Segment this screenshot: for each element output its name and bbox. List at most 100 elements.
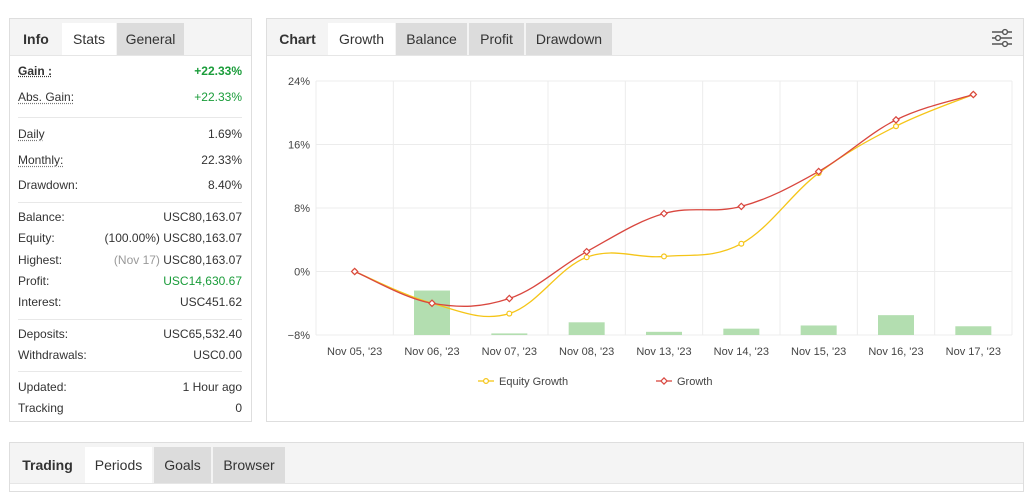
bar <box>800 325 837 335</box>
tab-growth[interactable]: Growth <box>328 23 395 55</box>
equity-value: USC80,163.07 <box>163 231 242 245</box>
growth-point <box>892 115 900 124</box>
equity-percent: (100.00%) <box>104 231 160 245</box>
bar <box>646 331 682 335</box>
x-tick-label: Nov 05, '23 <box>327 346 382 358</box>
growth-point <box>660 209 668 218</box>
sliders-icon[interactable] <box>991 27 1013 49</box>
daily-label[interactable]: Daily <box>18 127 45 141</box>
growth-point <box>582 247 591 256</box>
withdrawals-label: Withdrawals: <box>18 348 87 362</box>
tracking-label: Tracking <box>18 401 64 415</box>
gain-row: Gain : +22.33% <box>18 64 242 84</box>
deposits-row: Deposits: USC65,532.40 <box>18 327 242 347</box>
profit-label: Profit: <box>18 274 50 288</box>
divider <box>18 117 242 118</box>
tab-profit[interactable]: Profit <box>469 23 524 55</box>
interest-row: Interest: USC451.62 <box>18 295 242 315</box>
x-tick-label: Nov 14, '23 <box>714 346 769 358</box>
tab-balance[interactable]: Balance <box>396 23 467 55</box>
equity-growth-point <box>506 310 513 317</box>
y-tick-label: −8% <box>288 330 311 342</box>
y-tick-label: 0% <box>294 267 310 279</box>
tab-drawdown[interactable]: Drawdown <box>526 23 612 55</box>
x-tick-label: Nov 08, '23 <box>559 346 614 358</box>
withdrawals-value: USC0.00 <box>193 348 242 362</box>
bar <box>723 328 760 335</box>
drawdown-label: Drawdown: <box>18 178 79 192</box>
growth-point <box>505 294 514 303</box>
growth-point <box>350 267 359 276</box>
tab-stats[interactable]: Stats <box>62 23 116 55</box>
divider <box>18 319 242 320</box>
highest-label: Highest: <box>18 253 63 267</box>
abs-gain-row: Abs. Gain: +22.33% <box>18 90 242 110</box>
drawdown-value: 8.40% <box>207 178 242 192</box>
monthly-value: 22.33% <box>201 153 242 167</box>
stats-tabbar: Info Stats General <box>10 19 251 56</box>
deposits-value: USC65,532.40 <box>163 327 242 341</box>
equity-growth-line <box>354 93 974 318</box>
legend-marker <box>483 378 490 385</box>
x-tick-label: Nov 06, '23 <box>404 346 459 358</box>
growth-line <box>354 93 974 307</box>
balance-value: USC80,163.07 <box>163 210 242 224</box>
balance-row: Balance: USC80,163.07 <box>18 210 242 230</box>
chart-panel: Chart Growth Balance Profit Drawdown 24%… <box>266 18 1024 422</box>
monthly-row: Monthly: 22.33% <box>18 153 242 173</box>
growth-point <box>737 202 746 211</box>
x-tick-label: Nov 16, '23 <box>868 346 923 358</box>
x-tick-label: Nov 17, '23 <box>946 346 1001 358</box>
tab-chart[interactable]: Chart <box>267 23 328 55</box>
profit-value: USC14,630.67 <box>163 274 242 288</box>
abs-gain-label[interactable]: Abs. Gain: <box>18 90 74 104</box>
equity-value-group: (100.00%) USC80,163.07 <box>105 231 242 245</box>
tracking-row: Tracking 0 <box>18 401 242 421</box>
growth-point <box>969 90 978 99</box>
y-tick-label: 24% <box>288 76 310 88</box>
monthly-label[interactable]: Monthly: <box>18 153 63 167</box>
legend-label: Growth <box>677 376 712 388</box>
updated-label: Updated: <box>18 380 67 394</box>
daily-row: Daily 1.69% <box>18 127 242 147</box>
bar <box>414 290 450 335</box>
daily-value: 1.69% <box>207 127 242 141</box>
x-tick-label: Nov 13, '23 <box>636 346 691 358</box>
updated-value: 1 Hour ago <box>182 380 242 394</box>
divider <box>18 371 242 372</box>
legend-label: Equity Growth <box>499 376 568 388</box>
deposits-label: Deposits: <box>18 327 69 341</box>
interest-value: USC451.62 <box>179 295 242 309</box>
balance-label: Balance: <box>18 210 65 224</box>
y-tick-label: 16% <box>288 140 310 152</box>
highest-value: USC80,163.07 <box>163 253 242 267</box>
divider <box>18 202 242 203</box>
drawdown-row: Drawdown: 8.40% <box>18 178 242 198</box>
highest-date: (Nov 17) <box>113 253 160 267</box>
y-tick-label: 8% <box>294 203 310 215</box>
chart-tabbar: Chart Growth Balance Profit Drawdown <box>267 19 1023 56</box>
profit-row: Profit: USC14,630.67 <box>18 274 242 294</box>
x-tick-label: Nov 07, '23 <box>482 346 537 358</box>
bar <box>955 326 992 335</box>
legend-marker <box>660 377 668 385</box>
equity-growth-point <box>738 240 745 247</box>
equity-growth-point <box>661 253 668 260</box>
stats-panel: Info Stats General Gain : +22.33% Abs. G… <box>9 18 252 422</box>
gain-label[interactable]: Gain : <box>18 64 52 78</box>
bar <box>568 322 605 335</box>
tab-general[interactable]: General <box>117 23 184 55</box>
bar <box>491 333 528 335</box>
equity-growth-point <box>892 123 899 130</box>
bar <box>878 315 914 335</box>
growth-chart: 24% 16% 8% 0% −8% Nov 05, '23 Nov 06, '23 Nov … <box>288 76 1013 388</box>
equity-row: Equity: (100.00%) USC80,163.07 <box>18 231 242 251</box>
equity-label: Equity: <box>18 231 55 245</box>
trading-panel: Trading Periods Goals Browser <box>9 442 1024 492</box>
highest-row: Highest: (Nov 17) USC80,163.07 <box>18 253 242 273</box>
x-tick-label: Nov 15, '23 <box>791 346 846 358</box>
abs-gain-value: +22.33% <box>194 90 242 104</box>
interest-label: Interest: <box>18 295 62 309</box>
tracking-value: 0 <box>235 401 242 415</box>
tab-info[interactable]: Info <box>10 23 62 55</box>
